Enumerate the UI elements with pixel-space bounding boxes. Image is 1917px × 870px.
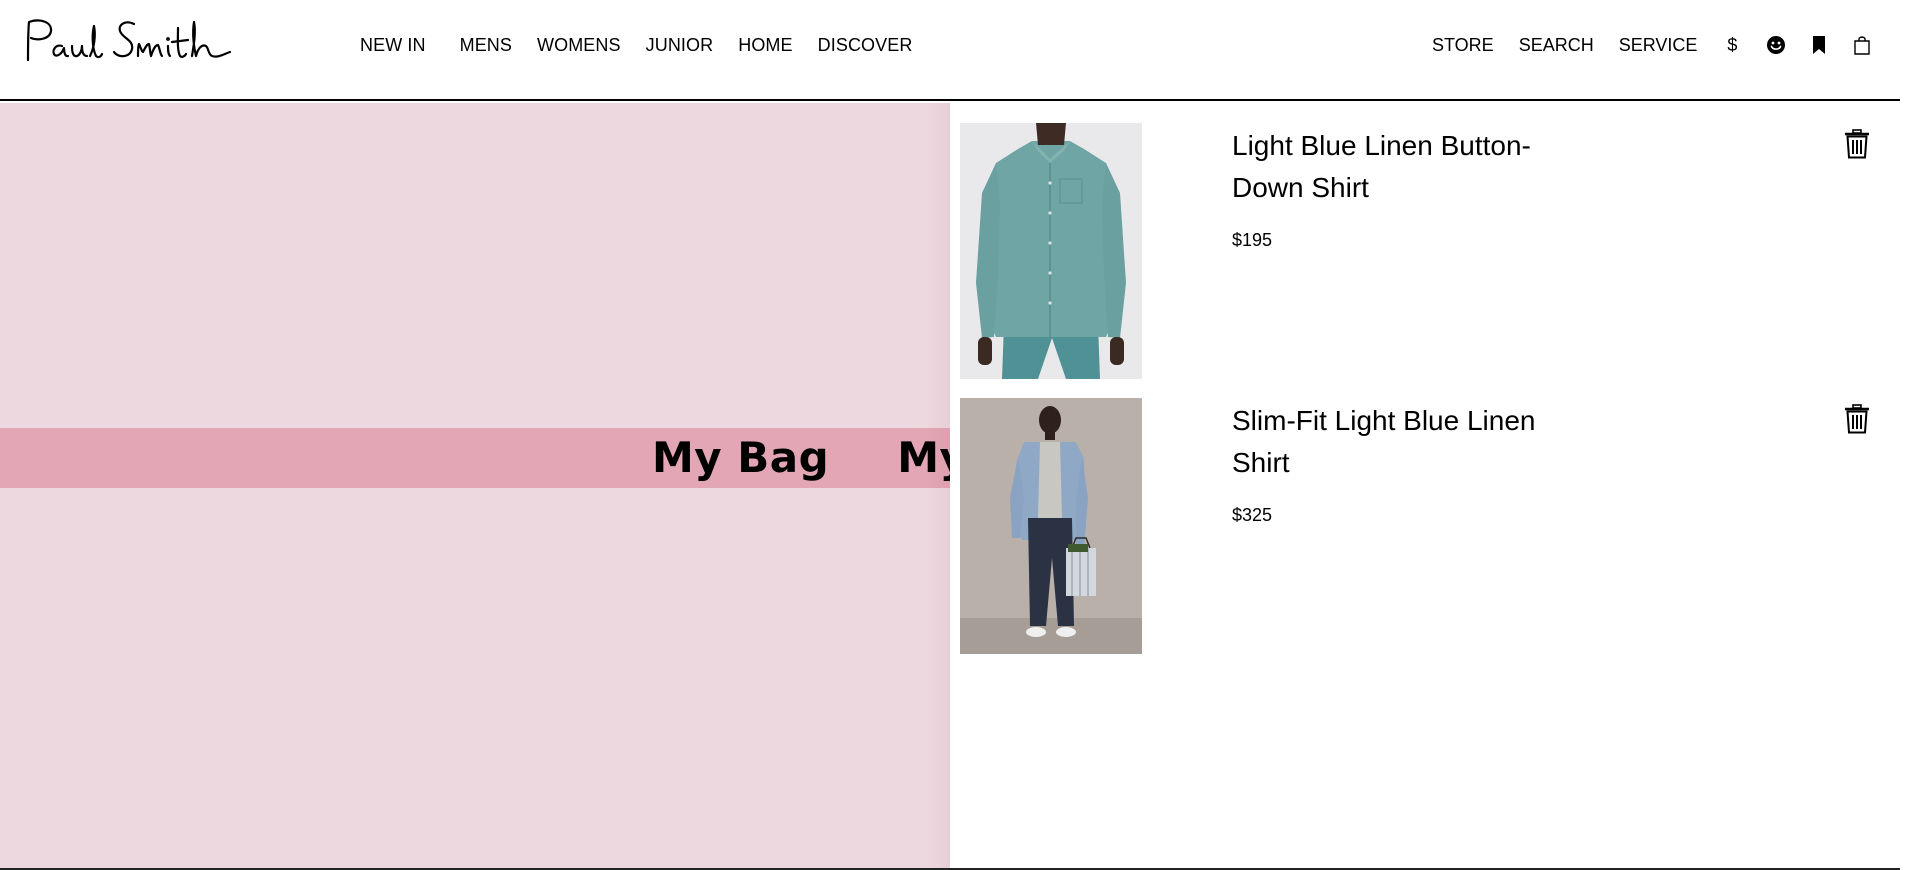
service-link[interactable]: SERVICE xyxy=(1619,34,1698,56)
product-image[interactable] xyxy=(960,398,1142,654)
bag-item: Light Blue Linen Button-Down Shirt $195 xyxy=(960,123,1890,379)
model-light-blue-shirt-photo xyxy=(960,398,1142,654)
product-price: $325 xyxy=(1232,505,1273,525)
page-right-margin xyxy=(1900,0,1917,870)
account-icon[interactable] xyxy=(1766,34,1786,56)
marquee-track: My BagMy Bag xyxy=(652,435,950,481)
product-name[interactable]: Light Blue Linen Button-Down Shirt xyxy=(1232,125,1552,209)
bag-item: Slim-Fit Light Blue Linen Shirt $325 xyxy=(960,398,1890,654)
bookmark-icon[interactable] xyxy=(1809,34,1829,56)
bag-panel: Light Blue Linen Button-Down Shirt $195 xyxy=(950,103,1900,870)
nav-item-discover[interactable]: DISCOVER xyxy=(818,34,913,56)
product-image[interactable] xyxy=(960,123,1142,379)
nav-item-womens[interactable]: WOMENS xyxy=(537,34,621,56)
product-name[interactable]: Slim-Fit Light Blue Linen Shirt xyxy=(1232,400,1552,484)
nav-item-mens[interactable]: MENS xyxy=(460,34,512,56)
product-price: $195 xyxy=(1232,230,1273,250)
marquee-text: My Bag xyxy=(652,433,830,482)
teal-linen-shirt-photo xyxy=(960,123,1142,379)
nav-item-new-in[interactable]: NEW IN xyxy=(360,34,426,56)
bag-icon[interactable] xyxy=(1852,34,1872,56)
paul-smith-logo[interactable] xyxy=(22,14,238,66)
search-link[interactable]: SEARCH xyxy=(1519,34,1594,56)
nav-item-home[interactable]: HOME xyxy=(738,34,792,56)
currency-selector[interactable]: $ xyxy=(1727,34,1737,56)
bag-overlay-backdrop[interactable]: My BagMy Bag xyxy=(0,103,950,870)
utility-nav: STORE SEARCH SERVICE $ xyxy=(1432,34,1872,56)
site-header: NEW IN MENS WOMENS JUNIOR HOME DISCOVER … xyxy=(0,0,1900,101)
store-link[interactable]: STORE xyxy=(1432,34,1494,56)
main-nav: NEW IN MENS WOMENS JUNIOR HOME DISCOVER xyxy=(360,34,912,56)
trash-icon[interactable] xyxy=(1844,404,1870,434)
nav-item-junior[interactable]: JUNIOR xyxy=(646,34,714,56)
my-bag-marquee: My BagMy Bag xyxy=(0,428,950,488)
trash-icon[interactable] xyxy=(1844,129,1870,159)
logo-signature xyxy=(26,19,232,62)
overlay-edge-shade xyxy=(924,103,950,870)
